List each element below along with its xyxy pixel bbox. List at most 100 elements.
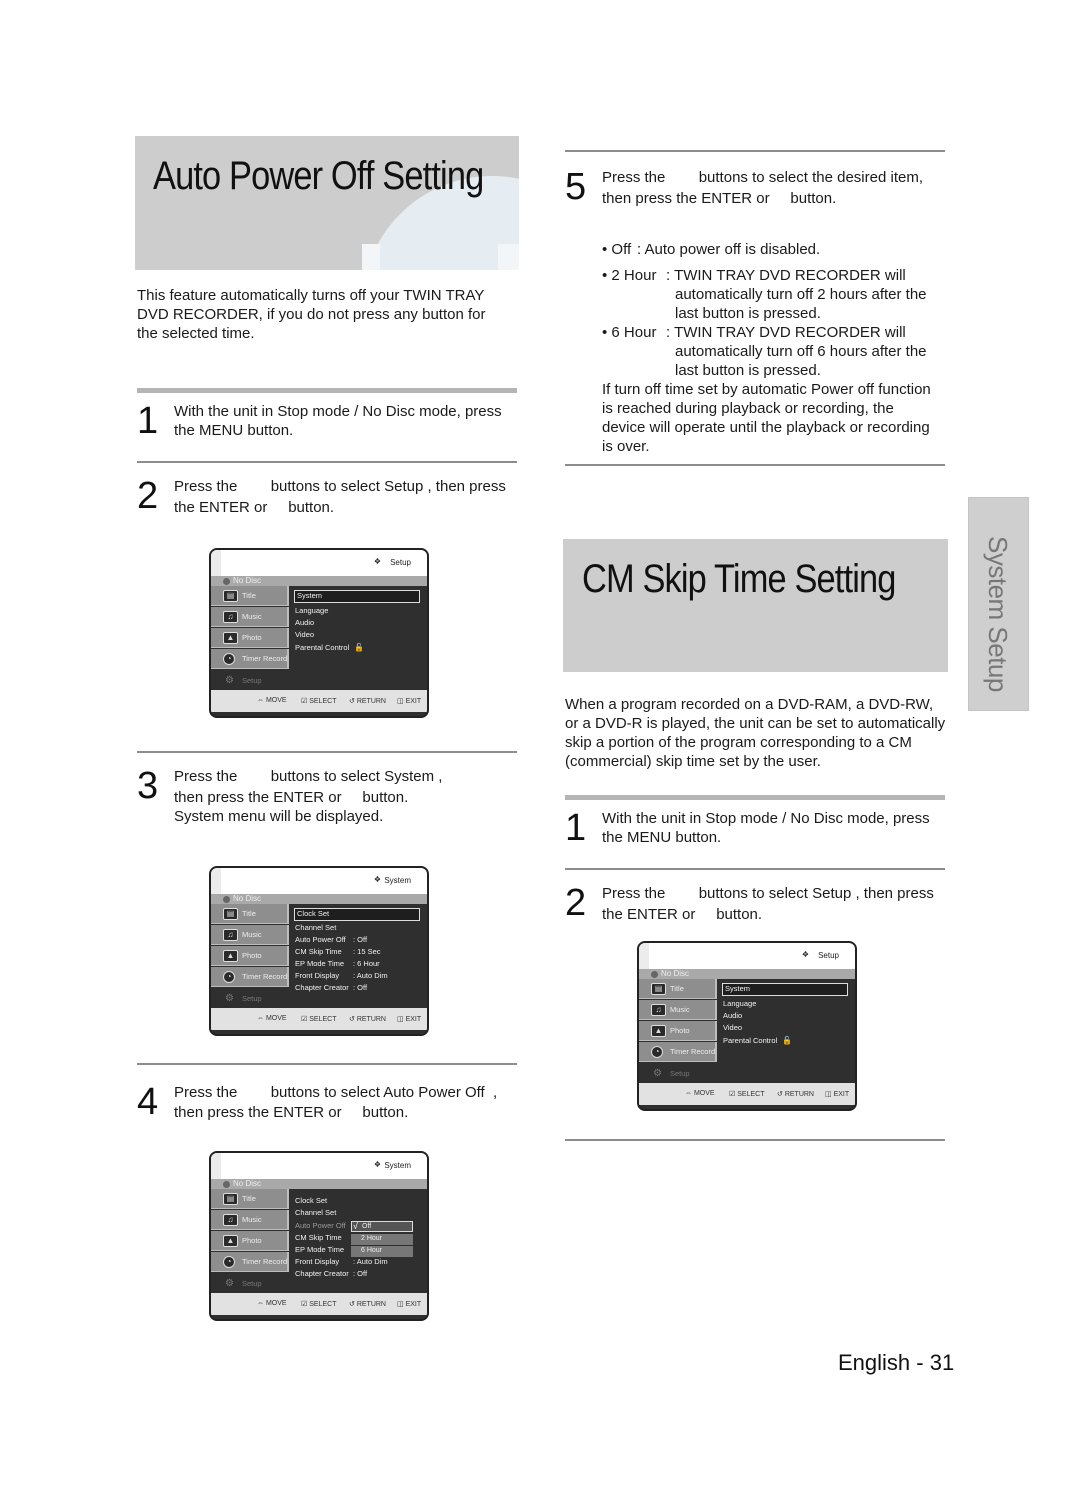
option-desc: : TWIN TRAY DVD RECORDER will (666, 324, 906, 341)
osd-side-music[interactable]: ♫ Music (639, 1000, 717, 1020)
osd-side-timer-record[interactable]: ◔ Timer Record (211, 967, 289, 987)
osd-item-auto-power-off[interactable]: Auto Power Off: (295, 1221, 355, 1230)
step-number: 2 (565, 882, 587, 924)
auto-power-off-intro: This feature automatically turns off you… (137, 287, 486, 342)
osd-item-cm-skip-time[interactable]: CM Skip Time: (295, 1233, 355, 1242)
osd-side-label: Music (242, 612, 262, 621)
osd-header-edge (211, 550, 221, 576)
osd-side-setup[interactable]: ⚙ Setup (639, 1063, 717, 1083)
film-icon: ▤ (223, 908, 238, 920)
osd-side-title[interactable]: ▤ Title (211, 904, 289, 924)
osd-side-label: Timer Record (242, 654, 288, 663)
disc-status-text: No Disc (233, 1179, 262, 1188)
osd-item-video[interactable]: Video (723, 1023, 742, 1032)
osd-item-cm-skip-time[interactable]: CM Skip Time: 15 Sec (295, 947, 381, 956)
osd-item-label: Channel Set (295, 1208, 337, 1217)
osd-side-label: Title (670, 984, 684, 993)
film-icon: ▤ (651, 983, 666, 995)
osd-item-auto-power-off[interactable]: Auto Power Off: Off (295, 935, 367, 944)
step-line: the MENU button. (174, 422, 294, 439)
step-line: With the unit in Stop mode / No Disc mod… (602, 810, 930, 827)
osd-item-system[interactable]: System (722, 983, 848, 996)
osd-side-timer-record[interactable]: ◔ Timer Record (211, 1252, 289, 1272)
osd-item-video[interactable]: Video (295, 630, 314, 639)
osd-header-edge (211, 1153, 221, 1179)
photo-icon: ▲ (651, 1025, 666, 1037)
popup-option-6-hour[interactable]: 6 Hour (351, 1246, 413, 1257)
osd-side-timer-record[interactable]: ◔ Timer Record (211, 649, 289, 669)
select-label: SELECT (309, 698, 337, 705)
move-arrows-icon: ❖ (373, 557, 381, 566)
osd-item-value: : Auto Dim (353, 1257, 388, 1266)
divider (137, 388, 517, 393)
osd-footer: ⇔ MOVE ☑ SELECT ↺ RETURN ◫ EXIT (211, 1293, 427, 1315)
osd-side-title[interactable]: ▤ Title (211, 1189, 289, 1209)
osd-item-language[interactable]: Language (723, 999, 756, 1008)
osd-side-music[interactable]: ♫ Music (211, 607, 289, 627)
divider (565, 868, 945, 870)
osd-side-music[interactable]: ♫ Music (211, 925, 289, 945)
osd-side-photo[interactable]: ▲ Photo (211, 946, 289, 966)
timer-record-icon: ◔ (651, 1046, 663, 1058)
osd-item-label: Chapter Creator (295, 983, 349, 992)
osd-side-timer-record[interactable]: ◔ Timer Record (639, 1042, 717, 1062)
osd-item-language[interactable]: Language (295, 606, 328, 615)
gear-icon: ⚙ (225, 675, 234, 686)
section-side-tab: System Setup (968, 497, 1029, 711)
osd-item-chapter-creator[interactable]: Chapter Creator: Off (295, 983, 367, 992)
intro-line: (commercial) skip time set by the user. (565, 753, 821, 770)
divider (565, 464, 945, 466)
disc-status: No Disc (211, 894, 427, 904)
music-note-icon: ♫ (223, 929, 238, 941)
note-line: If turn off time set by automatic Power … (602, 381, 931, 398)
osd-item-clock-set[interactable]: Clock Set (294, 908, 420, 921)
osd-item-clock-set[interactable]: Clock Set (295, 1196, 327, 1205)
select-label: SELECT (737, 1091, 765, 1098)
osd-item-audio[interactable]: Audio (723, 1011, 742, 1020)
osd-exit-hint: ◫ EXIT (397, 1016, 422, 1023)
note-line: device will operate until the playback o… (602, 419, 930, 436)
osd-header-edge (211, 868, 221, 894)
move-label: MOVE (693, 1090, 715, 1097)
osd-item-label: Front Display (295, 971, 340, 980)
osd-side-title[interactable]: ▤ Title (639, 979, 717, 999)
osd-item-system[interactable]: System (294, 590, 420, 603)
osd-item-channel-set[interactable]: Channel Set (295, 1208, 336, 1217)
osd-side-setup[interactable]: ⚙ Setup (211, 1273, 289, 1293)
osd-side-label: Photo (242, 951, 262, 960)
osd-item-label: Clock Set (295, 1196, 328, 1205)
osd-side-photo[interactable]: ▲ Photo (211, 1231, 289, 1251)
step-line: Press the buttons to select Setup , then… (174, 478, 506, 495)
disc-status-text: No Disc (233, 894, 262, 903)
osd-item-audio[interactable]: Audio (295, 618, 314, 627)
osd-item-front-display[interactable]: Front Display: Auto Dim (295, 971, 388, 980)
osd-item-parental-control[interactable]: Parental Control 🔓 (723, 1036, 792, 1045)
step-line: Press the buttons to select Setup , then… (602, 885, 934, 902)
popup-option-off[interactable]: √ Off (351, 1221, 413, 1232)
osd-footer: ⇔ MOVE ☑ SELECT ↺ RETURN ◫ EXIT (211, 1008, 427, 1030)
osd-move-hint: ⇔ MOVE (257, 697, 287, 704)
osd-item-ep-mode-time[interactable]: EP Mode Time: (295, 1245, 355, 1254)
osd-side-label: Music (670, 1005, 690, 1014)
step-number: 1 (137, 400, 159, 442)
option-desc: : TWIN TRAY DVD RECORDER will (666, 267, 906, 284)
osd-side-photo[interactable]: ▲ Photo (639, 1021, 717, 1041)
osd-item-channel-set[interactable]: Channel Set (295, 923, 336, 932)
osd-footer: ⇔ MOVE ☑ SELECT ↺ RETURN ◫ EXIT (211, 690, 427, 712)
move-arrows-icon: ❖ (373, 875, 381, 884)
osd-side-label: Photo (242, 1236, 262, 1245)
osd-side-title[interactable]: ▤ Title (211, 586, 289, 606)
osd-side-setup[interactable]: ⚙ Setup (211, 988, 289, 1008)
osd-side-photo[interactable]: ▲ Photo (211, 628, 289, 648)
step-line: Press the buttons to select System , (174, 768, 443, 785)
osd-item-ep-mode-time[interactable]: EP Mode Time: 6 Hour (295, 959, 380, 968)
osd-side-setup[interactable]: ⚙ Setup (211, 670, 289, 690)
osd-item-front-display[interactable]: Front Display: Auto Dim (295, 1257, 388, 1266)
popup-option-2-hour[interactable]: 2 Hour (351, 1234, 413, 1245)
osd-side-music[interactable]: ♫ Music (211, 1210, 289, 1230)
osd-item-chapter-creator[interactable]: Chapter Creator: Off (295, 1269, 367, 1278)
osd-item-parental-control[interactable]: Parental Control 🔓 (295, 643, 364, 652)
osd-header-edge (639, 943, 649, 969)
osd-side-label: Title (242, 591, 256, 600)
divider (565, 795, 945, 800)
